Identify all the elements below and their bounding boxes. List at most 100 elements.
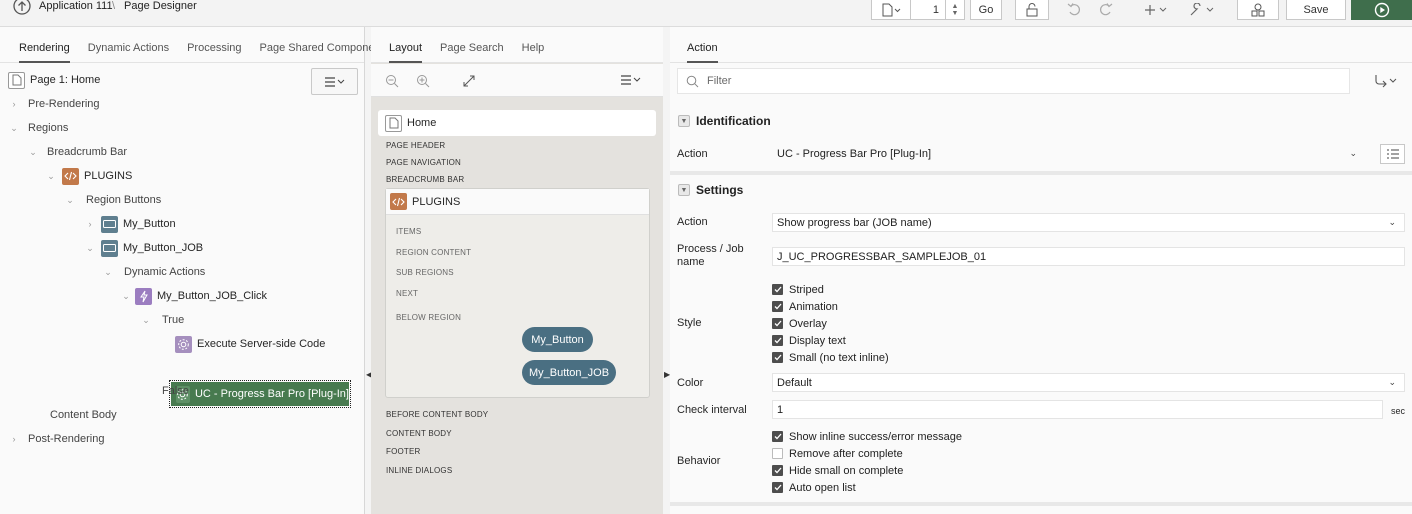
tree-dynamic-actions[interactable]: ⌄ Dynamic Actions xyxy=(102,261,205,283)
layout-menu-icon[interactable] xyxy=(620,75,642,85)
tab-dynamic-actions[interactable]: Dynamic Actions xyxy=(79,42,178,62)
zoom-out-icon[interactable] xyxy=(385,74,399,88)
tree-region-buttons[interactable]: ⌄ Region Buttons xyxy=(64,189,161,211)
behavior-hide-small-checkbox[interactable]: Hide small on complete xyxy=(772,463,903,478)
shared-components-button[interactable] xyxy=(1237,0,1279,20)
checkbox-checked-icon[interactable] xyxy=(772,431,783,442)
page-type-dropdown[interactable] xyxy=(871,0,911,20)
chevron-right-icon[interactable]: › xyxy=(8,99,20,109)
chevron-down-icon[interactable]: ⌄ xyxy=(1388,377,1396,388)
style-animation-checkbox[interactable]: Animation xyxy=(772,299,838,314)
tree-pre-rendering[interactable]: › Pre-Rendering xyxy=(8,93,100,115)
chevron-down-icon[interactable]: ⌄ xyxy=(64,195,76,206)
page-number-stepper[interactable]: ▲ ▼ xyxy=(945,0,965,20)
save-button[interactable]: Save xyxy=(1286,0,1346,20)
expand-icon[interactable] xyxy=(462,74,476,88)
tab-help[interactable]: Help xyxy=(513,42,554,62)
layout-next[interactable]: NEXT xyxy=(396,289,418,298)
tree-post-rendering[interactable]: › Post-Rendering xyxy=(8,428,105,450)
tree-plugins-region[interactable]: ⌄ PLUGINS xyxy=(45,165,132,187)
layout-items[interactable]: ITEMS xyxy=(396,227,421,236)
tab-layout[interactable]: Layout xyxy=(380,42,431,63)
undo-icon[interactable] xyxy=(1064,0,1086,20)
collapse-icon[interactable]: ▼ xyxy=(678,115,690,127)
chevron-down-icon[interactable]: ⌄ xyxy=(84,243,96,254)
page-node[interactable]: Page 1: Home xyxy=(8,69,100,91)
identification-action-select[interactable]: UC - Progress Bar Pro [Plug-In] ⌄ xyxy=(772,144,1366,163)
checkbox-unchecked-icon[interactable] xyxy=(772,448,783,459)
chevron-right-icon[interactable]: › xyxy=(84,219,96,229)
chevron-down-icon[interactable]: ▼ xyxy=(952,10,959,17)
app-home-icon[interactable] xyxy=(12,0,32,18)
layout-my-button[interactable]: My_Button xyxy=(522,327,593,352)
layout-sub-regions[interactable]: SUB REGIONS xyxy=(396,268,454,277)
tree-uc-progress-selected[interactable]: UC - Progress Bar Pro [Plug-In] xyxy=(169,380,351,408)
tree-execute-server[interactable]: Execute Server-side Code xyxy=(175,333,325,355)
tab-page-search[interactable]: Page Search xyxy=(431,42,513,62)
chevron-down-icon[interactable]: ⌄ xyxy=(8,123,20,134)
filter-input[interactable]: Filter xyxy=(677,68,1350,94)
style-striped-checkbox[interactable]: Striped xyxy=(772,282,824,297)
chevron-down-icon[interactable]: ⌄ xyxy=(27,147,39,158)
chevron-down-icon[interactable]: ⌄ xyxy=(1349,148,1357,159)
identification-header[interactable]: ▼ Identification xyxy=(670,109,1412,133)
color-select[interactable]: Default ⌄ xyxy=(772,373,1405,392)
chevron-down-icon[interactable]: ⌄ xyxy=(1388,217,1396,228)
tree-false-branch[interactable]: False xyxy=(162,380,189,402)
layout-page-header[interactable]: PAGE HEADER xyxy=(386,141,445,150)
layout-footer[interactable]: FOOTER xyxy=(386,447,421,456)
list-view-button[interactable] xyxy=(1380,144,1405,164)
checkbox-checked-icon[interactable] xyxy=(772,352,783,363)
layout-inline-dialogs[interactable]: INLINE DIALOGS xyxy=(386,466,452,475)
checkbox-checked-icon[interactable] xyxy=(772,482,783,493)
chevron-down-icon[interactable]: ⌄ xyxy=(102,267,114,278)
utilities-wrench-icon[interactable] xyxy=(1186,0,1220,20)
layout-content-body[interactable]: CONTENT BODY xyxy=(386,429,452,438)
layout-home-node[interactable]: Home xyxy=(378,110,656,136)
redo-icon[interactable] xyxy=(1094,0,1116,20)
settings-action-select[interactable]: Show progress bar (JOB name) ⌄ xyxy=(772,213,1405,232)
layout-breadcrumb-bar[interactable]: BREADCRUMB BAR xyxy=(386,175,464,184)
chevron-right-icon[interactable]: › xyxy=(8,434,20,444)
tab-page-shared-components[interactable]: Page Shared Componer xyxy=(251,42,388,62)
style-overlay-checkbox[interactable]: Overlay xyxy=(772,316,827,331)
page-number-input[interactable]: 1 xyxy=(910,0,946,20)
checkbox-checked-icon[interactable] xyxy=(772,318,783,329)
tree-breadcrumb-bar[interactable]: ⌄ Breadcrumb Bar xyxy=(27,141,127,163)
breadcrumb-app[interactable]: Application 111 xyxy=(39,0,113,12)
tree-my-button[interactable]: › My_Button xyxy=(84,213,176,235)
checkbox-checked-icon[interactable] xyxy=(772,284,783,295)
style-display-text-checkbox[interactable]: Display text xyxy=(772,333,846,348)
go-button[interactable]: Go xyxy=(970,0,1002,20)
tree-regions[interactable]: ⌄ Regions xyxy=(8,117,68,139)
behavior-remove-after-complete-checkbox[interactable]: Remove after complete xyxy=(772,446,903,461)
tree-content-body[interactable]: Content Body xyxy=(50,404,117,426)
layout-region-content[interactable]: REGION CONTENT xyxy=(396,248,471,257)
behavior-inline-message-checkbox[interactable]: Show inline success/error message xyxy=(772,429,962,444)
style-small-checkbox[interactable]: Small (no text inline) xyxy=(772,350,889,365)
layout-plugins-region[interactable]: PLUGINS ITEMS REGION CONTENT SUB REGIONS… xyxy=(385,188,650,398)
checkbox-checked-icon[interactable] xyxy=(772,301,783,312)
go-to-group-icon[interactable] xyxy=(1373,74,1399,88)
tab-processing[interactable]: Processing xyxy=(178,42,250,62)
chevron-down-icon[interactable]: ⌄ xyxy=(45,171,57,182)
process-job-input[interactable]: J_UC_PROGRESSBAR_SAMPLEJOB_01 xyxy=(772,247,1405,266)
layout-plugins-header[interactable]: PLUGINS xyxy=(386,189,649,215)
layout-page-navigation[interactable]: PAGE NAVIGATION xyxy=(386,158,461,167)
chevron-up-icon[interactable]: ▲ xyxy=(952,3,959,10)
tree-da-click[interactable]: ⌄ My_Button_JOB_Click xyxy=(120,285,267,307)
chevron-down-icon[interactable]: ⌄ xyxy=(140,315,152,326)
tree-menu-button[interactable] xyxy=(311,68,358,95)
collapse-icon[interactable]: ▼ xyxy=(678,184,690,196)
tab-action[interactable]: Action xyxy=(678,42,727,63)
chevron-down-icon[interactable]: ⌄ xyxy=(120,291,132,302)
checkbox-checked-icon[interactable] xyxy=(772,465,783,476)
layout-below-region[interactable]: BELOW REGION xyxy=(396,313,461,322)
settings-header[interactable]: ▼ Settings xyxy=(670,178,1412,202)
run-button[interactable] xyxy=(1351,0,1412,20)
layout-my-button-job[interactable]: My_Button_JOB xyxy=(522,360,616,385)
tree-my-button-job[interactable]: ⌄ My_Button_JOB xyxy=(84,237,203,259)
lock-button[interactable] xyxy=(1015,0,1049,20)
behavior-auto-open-list-checkbox[interactable]: Auto open list xyxy=(772,480,856,495)
check-interval-input[interactable]: 1 xyxy=(772,400,1383,419)
